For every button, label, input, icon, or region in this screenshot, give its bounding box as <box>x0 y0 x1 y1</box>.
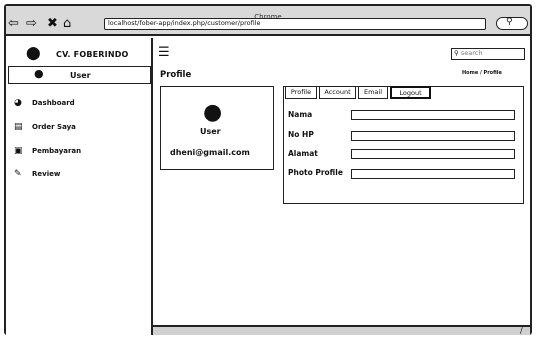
sidebar-item-review[interactable]: ✎ Review <box>14 169 60 183</box>
brand-logo-icon: ⬤ <box>26 46 41 61</box>
payment-icon: ▣ <box>14 146 23 156</box>
field-label-nama: Nama <box>288 110 313 119</box>
sidebar-item-order[interactable]: ▤ Order Saya <box>14 122 76 136</box>
close-icon[interactable]: ✖ <box>47 17 58 30</box>
tab-account[interactable]: Account <box>319 86 356 99</box>
search-icon: ⚲ <box>506 17 513 27</box>
profile-name: User <box>200 127 221 136</box>
user-avatar-icon: ● <box>34 67 44 80</box>
hamburger-menu-icon[interactable]: ☰ <box>158 46 170 59</box>
profile-email: dheni@gmail.com <box>170 148 250 157</box>
brand-name: CV. FOBERINDO <box>56 50 129 59</box>
field-label-photo-profile: Photo Profile <box>288 168 343 177</box>
edit-icon: ✎ <box>14 169 22 179</box>
dashboard-icon: ◕ <box>14 98 22 108</box>
nama-input[interactable] <box>351 110 515 120</box>
resize-handle-icon[interactable]: ∕ <box>520 326 523 335</box>
tab-logout[interactable]: Logout <box>390 86 431 99</box>
photo-profile-input[interactable] <box>351 169 515 179</box>
profile-avatar-icon: ● <box>203 100 223 125</box>
field-label-no-hp: No HP <box>288 130 314 139</box>
breadcrumb[interactable]: Home / Profile <box>462 70 502 76</box>
back-icon[interactable]: ⇦ <box>8 17 19 30</box>
search-icon: ⚲ <box>454 49 459 57</box>
forward-icon[interactable]: ⇨ <box>26 17 37 30</box>
search-placeholder: search <box>460 49 483 57</box>
alamat-input[interactable] <box>351 149 515 159</box>
sidebar-item-label: Pembayaran <box>32 147 82 155</box>
sidebar-item-label: Order Saya <box>32 123 76 131</box>
sidebar-item-dashboard[interactable]: ◕ Dashboard <box>14 98 75 112</box>
cart-icon: ▤ <box>14 122 23 132</box>
no-hp-input[interactable] <box>351 131 515 141</box>
page-title: Profile <box>160 70 192 80</box>
sidebar-item-payment[interactable]: ▣ Pembayaran <box>14 146 81 160</box>
sidebar-item-label: Review <box>32 170 61 178</box>
horizontal-scrollbar[interactable] <box>153 325 530 335</box>
tab-profile[interactable]: Profile <box>285 86 317 99</box>
sidebar-user-label: User <box>70 71 91 80</box>
home-icon[interactable]: ⌂ <box>63 17 71 30</box>
address-bar[interactable]: localhost/fober-app/index.php/customer/p… <box>104 18 486 30</box>
sidebar-item-label: Dashboard <box>32 99 75 107</box>
tab-email[interactable]: Email <box>358 86 388 99</box>
field-label-alamat: Alamat <box>288 149 318 158</box>
browser-search-button[interactable]: ⚲ <box>496 17 528 30</box>
profile-form-card <box>283 86 524 204</box>
search-input[interactable]: ⚲ search <box>451 48 525 60</box>
